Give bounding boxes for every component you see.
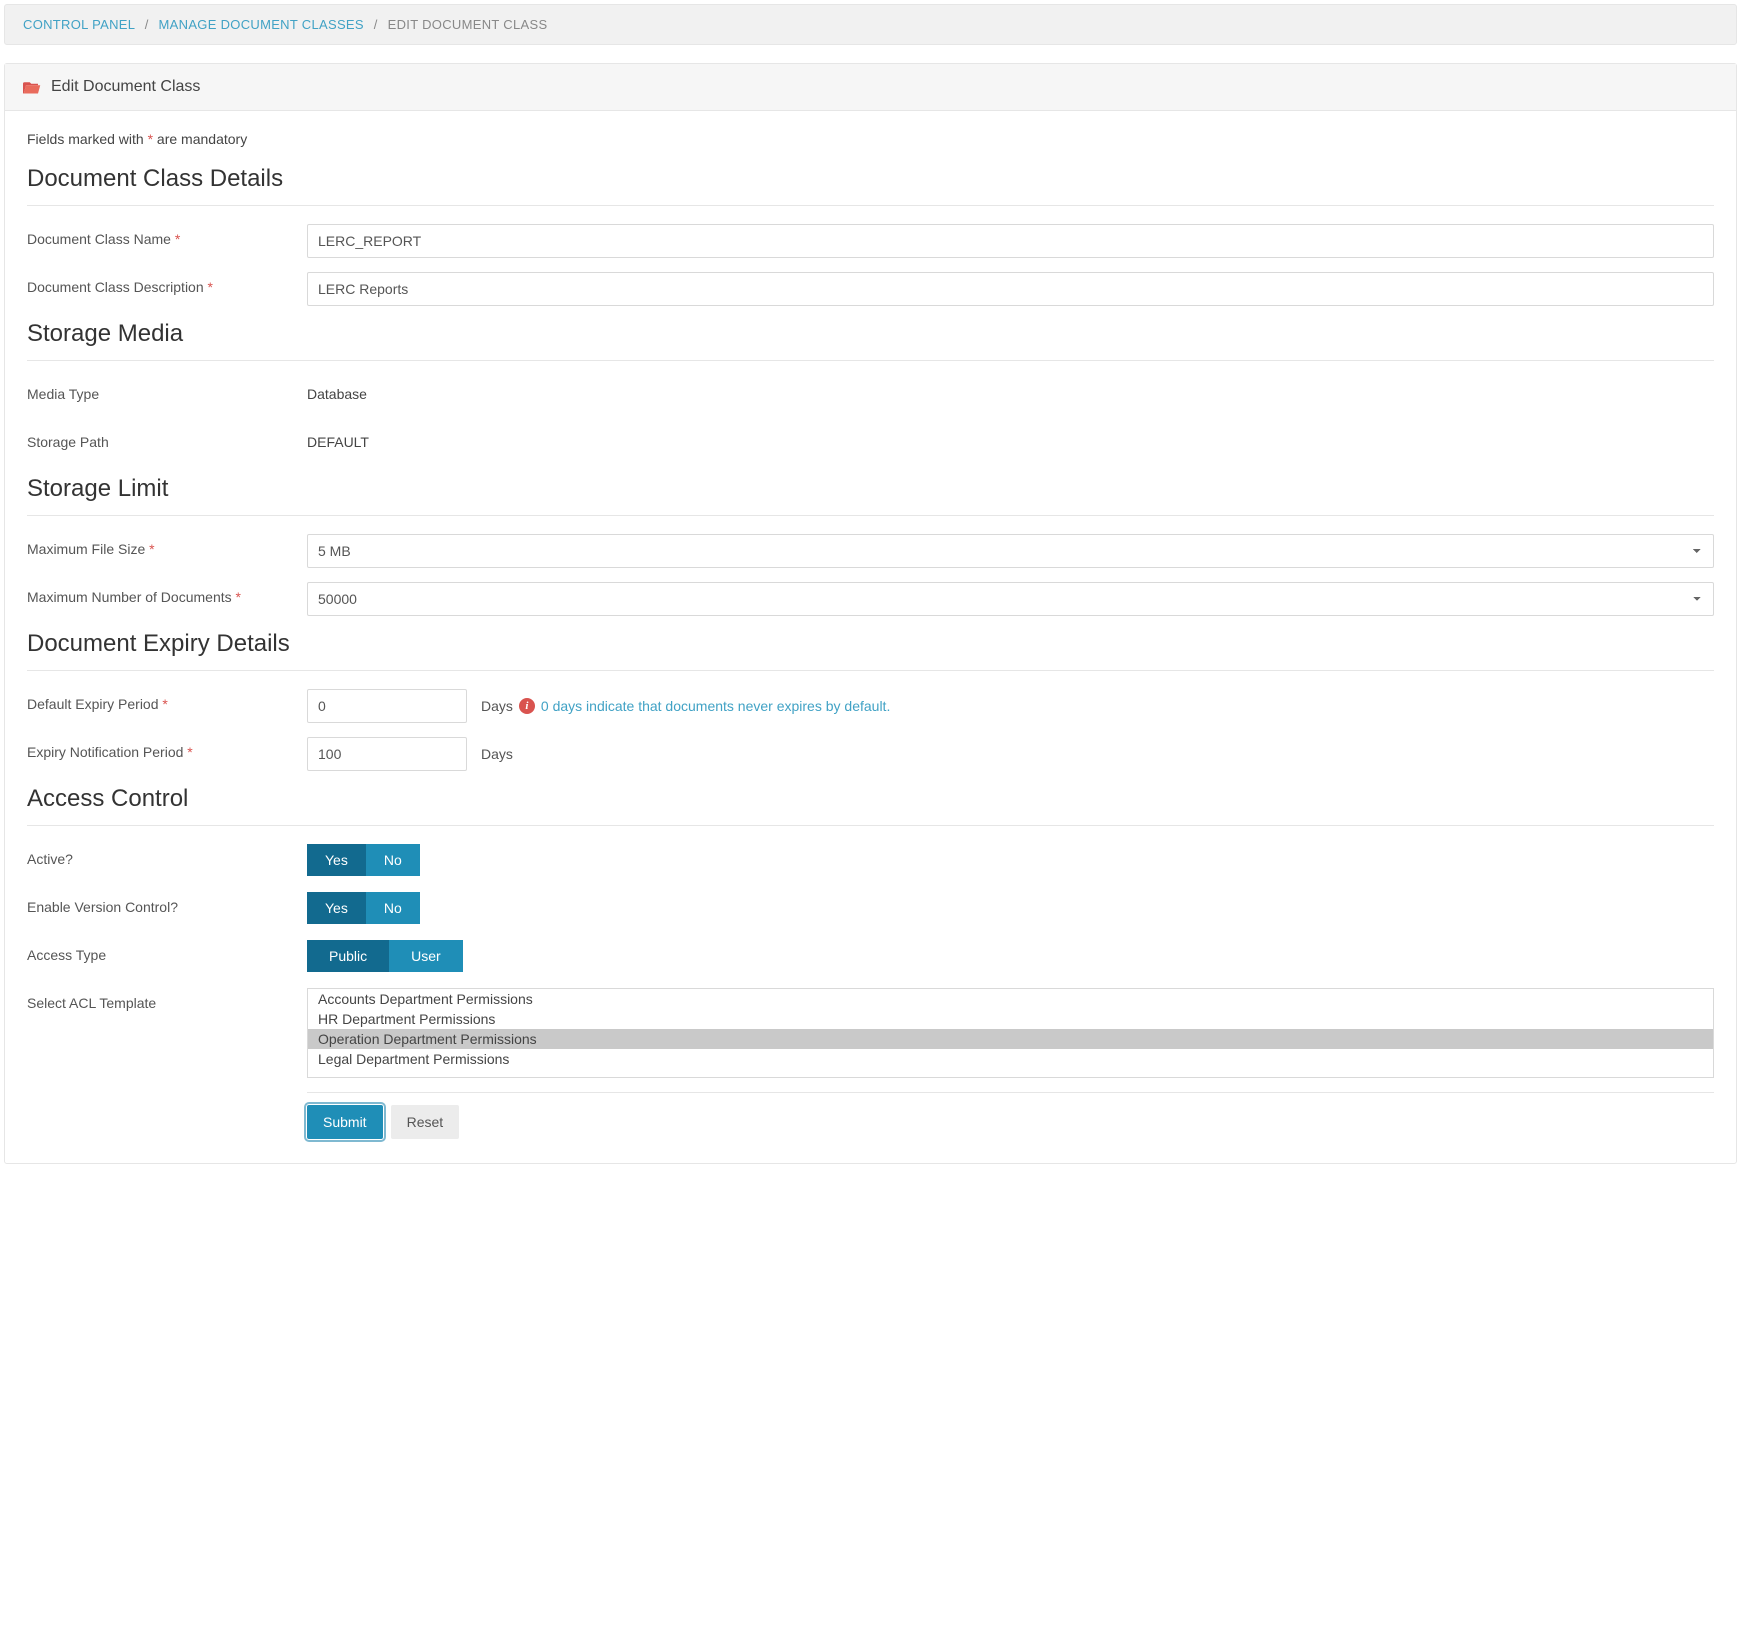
section-rule [27,670,1714,671]
section-rule [27,360,1714,361]
panel-title: Edit Document Class [51,78,200,96]
media-type-value: Database [307,379,367,402]
default-expiry-input[interactable] [307,689,467,723]
breadcrumb-link-manage-document-classes[interactable]: MANAGE DOCUMENT CLASSES [159,17,364,32]
acl-template-listbox[interactable]: Accounts Department PermissionsHR Depart… [307,988,1714,1078]
panel-header: Edit Document Class [5,64,1736,111]
label-class-name: Document Class Name * [27,224,307,247]
section-heading-details: Document Class Details [27,165,1714,193]
access-user-button[interactable]: User [389,940,463,972]
acl-option[interactable]: Operation Department Permissions [308,1029,1713,1049]
mandatory-note: Fields marked with * are mandatory [27,131,1714,147]
breadcrumb-separator: / [139,17,155,32]
max-docs-select[interactable]: 50000 [307,582,1714,616]
label-version-control: Enable Version Control? [27,892,307,915]
active-no-button[interactable]: No [366,844,420,876]
class-name-input[interactable] [307,224,1714,258]
label-acl-template: Select ACL Template [27,988,307,1011]
expiry-notif-input[interactable] [307,737,467,771]
label-default-expiry: Default Expiry Period * [27,689,307,712]
label-max-docs: Maximum Number of Documents * [27,582,307,605]
label-expiry-notif: Expiry Notification Period * [27,737,307,760]
active-yes-button[interactable]: Yes [307,844,366,876]
label-active: Active? [27,844,307,867]
breadcrumb: CONTROL PANEL / MANAGE DOCUMENT CLASSES … [4,4,1737,45]
label-class-desc: Document Class Description * [27,272,307,295]
section-heading-storage-media: Storage Media [27,320,1714,348]
edit-document-class-panel: Edit Document Class Fields marked with *… [4,63,1737,1164]
expiry-hint-text: 0 days indicate that documents never exp… [541,698,890,714]
acl-option[interactable]: HR Department Permissions [308,1009,1713,1029]
access-type-toggle: Public User [307,940,463,972]
breadcrumb-separator: / [368,17,384,32]
version-yes-button[interactable]: Yes [307,892,366,924]
folder-open-icon [23,80,41,95]
section-heading-expiry: Document Expiry Details [27,630,1714,658]
label-storage-path: Storage Path [27,427,307,450]
section-heading-access: Access Control [27,785,1714,813]
info-icon: i [519,698,535,714]
storage-path-value: DEFAULT [307,427,369,450]
submit-button[interactable]: Submit [307,1105,383,1139]
active-toggle: Yes No [307,844,420,876]
breadcrumb-link-control-panel[interactable]: CONTROL PANEL [23,17,135,32]
access-public-button[interactable]: Public [307,940,389,972]
section-rule [27,515,1714,516]
acl-option[interactable]: Legal Department Permissions [308,1049,1713,1069]
days-label: Days [481,746,513,762]
acl-option[interactable]: Accounts Department Permissions [308,989,1713,1009]
version-control-toggle: Yes No [307,892,420,924]
class-desc-input[interactable] [307,272,1714,306]
label-max-file-size: Maximum File Size * [27,534,307,557]
days-label: Days [481,698,513,714]
version-no-button[interactable]: No [366,892,420,924]
section-rule [27,825,1714,826]
max-file-size-select[interactable]: 5 MB [307,534,1714,568]
breadcrumb-current: EDIT DOCUMENT CLASS [388,17,548,32]
section-heading-storage-limit: Storage Limit [27,475,1714,503]
section-rule [27,205,1714,206]
reset-button[interactable]: Reset [391,1105,460,1139]
label-access-type: Access Type [27,940,307,963]
label-media-type: Media Type [27,379,307,402]
